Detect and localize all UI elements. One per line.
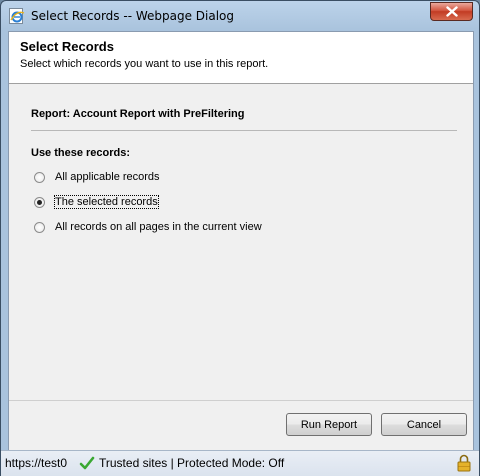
- status-bar: https://test0 Trusted sites | Protected …: [1, 450, 479, 476]
- radio-label[interactable]: The selected records: [54, 195, 159, 209]
- radio-button[interactable]: [34, 171, 45, 183]
- radio-label[interactable]: All records on all pages in the current …: [55, 221, 262, 233]
- lock-icon[interactable]: [457, 454, 471, 472]
- divider: [31, 130, 457, 131]
- run-report-button[interactable]: Run Report: [286, 413, 372, 436]
- footer-divider: [9, 400, 473, 401]
- dialog-title: Select Records: [20, 39, 114, 54]
- radio-option-all-pages[interactable]: All records on all pages in the current …: [34, 218, 262, 236]
- window-title: Select Records -- Webpage Dialog: [31, 9, 235, 23]
- dialog-header: Select Records Select which records you …: [9, 32, 473, 84]
- radio-button[interactable]: [34, 221, 45, 233]
- title-bar[interactable]: Select Records -- Webpage Dialog: [1, 1, 479, 31]
- dialog-window: Select Records -- Webpage Dialog Select …: [0, 0, 480, 476]
- close-button[interactable]: [430, 2, 473, 21]
- dialog-description: Select which records you want to use in …: [20, 58, 269, 70]
- ie-icon: [9, 8, 25, 24]
- status-url: https://test0: [5, 456, 68, 470]
- check-icon: [79, 456, 95, 470]
- radio-button-checked[interactable]: [34, 196, 45, 208]
- dialog-content: Select Records Select which records you …: [8, 31, 474, 451]
- radio-label[interactable]: All applicable records: [55, 171, 160, 183]
- close-icon: [445, 6, 458, 17]
- cancel-button[interactable]: Cancel: [381, 413, 467, 436]
- security-zone-text: Trusted sites | Protected Mode: Off: [99, 456, 285, 470]
- radio-option-selected-records[interactable]: The selected records: [34, 193, 159, 211]
- records-heading: Use these records:: [31, 147, 131, 159]
- radio-option-all-applicable[interactable]: All applicable records: [34, 168, 160, 186]
- report-name-label: Report: Account Report with PreFiltering: [31, 108, 245, 120]
